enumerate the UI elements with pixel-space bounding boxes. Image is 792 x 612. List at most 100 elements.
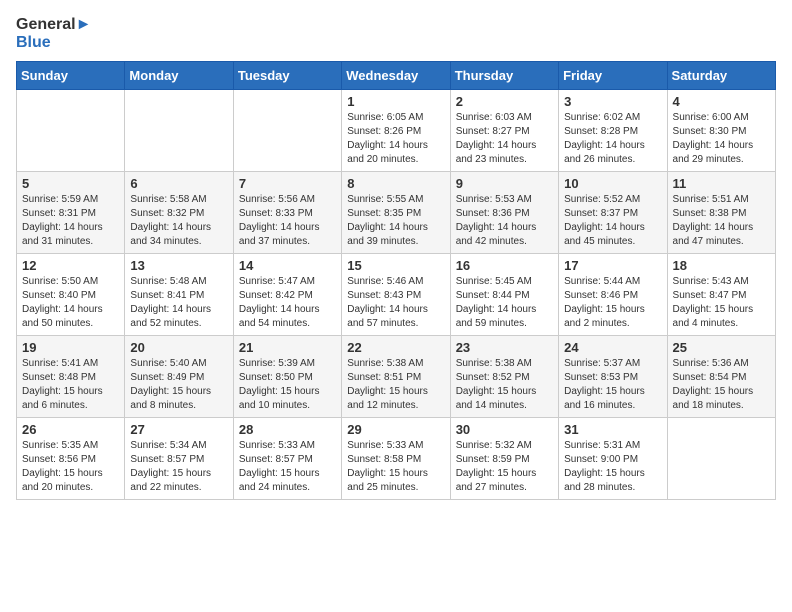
- week-row-3: 12 Sunrise: 5:50 AM Sunset: 8:40 PM Dayli…: [17, 254, 776, 336]
- day-cell: 8 Sunrise: 5:55 AM Sunset: 8:35 PM Daylig…: [342, 172, 450, 254]
- day-number: 4: [673, 94, 770, 109]
- day-info: Sunrise: 6:00 AM Sunset: 8:30 PM Dayligh…: [673, 111, 770, 167]
- day-number: 19: [22, 340, 119, 355]
- day-number: 6: [130, 176, 227, 191]
- day-info: Sunrise: 6:03 AM Sunset: 8:27 PM Dayligh…: [456, 111, 553, 167]
- day-number: 16: [456, 258, 553, 273]
- day-info: Sunrise: 5:33 AM Sunset: 8:57 PM Dayligh…: [239, 439, 336, 495]
- weekday-header-tuesday: Tuesday: [233, 62, 341, 90]
- day-number: 12: [22, 258, 119, 273]
- day-cell: [17, 90, 125, 172]
- day-info: Sunrise: 5:35 AM Sunset: 8:56 PM Dayligh…: [22, 439, 119, 495]
- weekday-header-saturday: Saturday: [667, 62, 775, 90]
- day-info: Sunrise: 5:51 AM Sunset: 8:38 PM Dayligh…: [673, 193, 770, 249]
- day-number: 25: [673, 340, 770, 355]
- day-info: Sunrise: 5:46 AM Sunset: 8:43 PM Dayligh…: [347, 275, 444, 331]
- day-number: 5: [22, 176, 119, 191]
- day-info: Sunrise: 5:43 AM Sunset: 8:47 PM Dayligh…: [673, 275, 770, 331]
- day-info: Sunrise: 5:33 AM Sunset: 8:58 PM Dayligh…: [347, 439, 444, 495]
- day-number: 24: [564, 340, 661, 355]
- day-cell: 24Sunrise: 5:37 AM Sunset: 8:53 PM Dayli…: [559, 336, 667, 418]
- weekday-header-thursday: Thursday: [450, 62, 558, 90]
- day-number: 20: [130, 340, 227, 355]
- day-cell: 27Sunrise: 5:34 AM Sunset: 8:57 PM Dayli…: [125, 418, 233, 500]
- day-cell: [667, 418, 775, 500]
- day-info: Sunrise: 6:02 AM Sunset: 8:28 PM Dayligh…: [564, 111, 661, 167]
- day-cell: 17Sunrise: 5:44 AM Sunset: 8:46 PM Dayli…: [559, 254, 667, 336]
- day-number: 13: [130, 258, 227, 273]
- day-info: Sunrise: 5:38 AM Sunset: 8:52 PM Dayligh…: [456, 357, 553, 413]
- day-cell: 2 Sunrise: 6:03 AM Sunset: 8:27 PM Daylig…: [450, 90, 558, 172]
- weekday-header-sunday: Sunday: [17, 62, 125, 90]
- day-number: 15: [347, 258, 444, 273]
- day-cell: 14Sunrise: 5:47 AM Sunset: 8:42 PM Dayli…: [233, 254, 341, 336]
- day-number: 11: [673, 176, 770, 191]
- day-cell: [233, 90, 341, 172]
- day-cell: 29 Sunrise: 5:33 AM Sunset: 8:58 PM Dayli…: [342, 418, 450, 500]
- day-cell: 31 Sunrise: 5:31 AM Sunset: 9:00 PM Dayli…: [559, 418, 667, 500]
- day-cell: 9 Sunrise: 5:53 AM Sunset: 8:36 PM Daylig…: [450, 172, 558, 254]
- day-info: Sunrise: 5:50 AM Sunset: 8:40 PM Dayligh…: [22, 275, 119, 331]
- day-cell: 12 Sunrise: 5:50 AM Sunset: 8:40 PM Dayli…: [17, 254, 125, 336]
- weekday-header-friday: Friday: [559, 62, 667, 90]
- day-info: Sunrise: 5:32 AM Sunset: 8:59 PM Dayligh…: [456, 439, 553, 495]
- day-info: Sunrise: 5:53 AM Sunset: 8:36 PM Dayligh…: [456, 193, 553, 249]
- day-number: 8: [347, 176, 444, 191]
- day-number: 29: [347, 422, 444, 437]
- day-info: Sunrise: 5:45 AM Sunset: 8:44 PM Dayligh…: [456, 275, 553, 331]
- day-cell: 7 Sunrise: 5:56 AM Sunset: 8:33 PM Daylig…: [233, 172, 341, 254]
- page-header: General► Blue: [16, 16, 776, 51]
- day-info: Sunrise: 5:39 AM Sunset: 8:50 PM Dayligh…: [239, 357, 336, 413]
- day-info: Sunrise: 5:58 AM Sunset: 8:32 PM Dayligh…: [130, 193, 227, 249]
- day-cell: 20 Sunrise: 5:40 AM Sunset: 8:49 PM Dayli…: [125, 336, 233, 418]
- day-number: 9: [456, 176, 553, 191]
- day-cell: 13 Sunrise: 5:48 AM Sunset: 8:41 PM Dayli…: [125, 254, 233, 336]
- day-info: Sunrise: 5:52 AM Sunset: 8:37 PM Dayligh…: [564, 193, 661, 249]
- day-info: Sunrise: 5:31 AM Sunset: 9:00 PM Dayligh…: [564, 439, 661, 495]
- day-cell: 22Sunrise: 5:38 AM Sunset: 8:51 PM Dayli…: [342, 336, 450, 418]
- day-cell: 1Sunrise: 6:05 AM Sunset: 8:26 PM Daylig…: [342, 90, 450, 172]
- day-cell: 18 Sunrise: 5:43 AM Sunset: 8:47 PM Dayli…: [667, 254, 775, 336]
- day-cell: 5 Sunrise: 5:59 AM Sunset: 8:31 PM Daylig…: [17, 172, 125, 254]
- day-info: Sunrise: 5:48 AM Sunset: 8:41 PM Dayligh…: [130, 275, 227, 331]
- day-cell: 4 Sunrise: 6:00 AM Sunset: 8:30 PM Daylig…: [667, 90, 775, 172]
- day-info: Sunrise: 5:40 AM Sunset: 8:49 PM Dayligh…: [130, 357, 227, 413]
- day-number: 10: [564, 176, 661, 191]
- day-cell: 10 Sunrise: 5:52 AM Sunset: 8:37 PM Dayli…: [559, 172, 667, 254]
- day-number: 31: [564, 422, 661, 437]
- day-number: 21: [239, 340, 336, 355]
- day-number: 7: [239, 176, 336, 191]
- logo-svg: General► Blue: [16, 16, 91, 51]
- day-cell: 3Sunrise: 6:02 AM Sunset: 8:28 PM Daylig…: [559, 90, 667, 172]
- weekday-header-wednesday: Wednesday: [342, 62, 450, 90]
- day-number: 1: [347, 94, 444, 109]
- day-number: 2: [456, 94, 553, 109]
- week-row-2: 5 Sunrise: 5:59 AM Sunset: 8:31 PM Daylig…: [17, 172, 776, 254]
- weekday-header-row: SundayMondayTuesdayWednesdayThursdayFrid…: [17, 62, 776, 90]
- week-row-1: 1Sunrise: 6:05 AM Sunset: 8:26 PM Daylig…: [17, 90, 776, 172]
- week-row-5: 26 Sunrise: 5:35 AM Sunset: 8:56 PM Dayli…: [17, 418, 776, 500]
- day-info: Sunrise: 5:38 AM Sunset: 8:51 PM Dayligh…: [347, 357, 444, 413]
- day-info: Sunrise: 5:41 AM Sunset: 8:48 PM Dayligh…: [22, 357, 119, 413]
- day-number: 28: [239, 422, 336, 437]
- logo-general: General►: [16, 16, 91, 34]
- day-cell: 16 Sunrise: 5:45 AM Sunset: 8:44 PM Dayli…: [450, 254, 558, 336]
- day-cell: 11 Sunrise: 5:51 AM Sunset: 8:38 PM Dayli…: [667, 172, 775, 254]
- day-cell: 25Sunrise: 5:36 AM Sunset: 8:54 PM Dayli…: [667, 336, 775, 418]
- day-info: Sunrise: 5:59 AM Sunset: 8:31 PM Dayligh…: [22, 193, 119, 249]
- calendar-table: SundayMondayTuesdayWednesdayThursdayFrid…: [16, 61, 776, 500]
- weekday-header-monday: Monday: [125, 62, 233, 90]
- day-number: 14: [239, 258, 336, 273]
- day-info: Sunrise: 5:55 AM Sunset: 8:35 PM Dayligh…: [347, 193, 444, 249]
- day-number: 17: [564, 258, 661, 273]
- day-cell: 23Sunrise: 5:38 AM Sunset: 8:52 PM Dayli…: [450, 336, 558, 418]
- day-cell: 21 Sunrise: 5:39 AM Sunset: 8:50 PM Dayli…: [233, 336, 341, 418]
- day-cell: 15 Sunrise: 5:46 AM Sunset: 8:43 PM Dayli…: [342, 254, 450, 336]
- logo-blue: Blue: [16, 34, 91, 52]
- day-info: Sunrise: 5:56 AM Sunset: 8:33 PM Dayligh…: [239, 193, 336, 249]
- day-cell: [125, 90, 233, 172]
- day-number: 18: [673, 258, 770, 273]
- logo: General► Blue: [16, 16, 91, 51]
- day-number: 26: [22, 422, 119, 437]
- day-cell: 30Sunrise: 5:32 AM Sunset: 8:59 PM Dayli…: [450, 418, 558, 500]
